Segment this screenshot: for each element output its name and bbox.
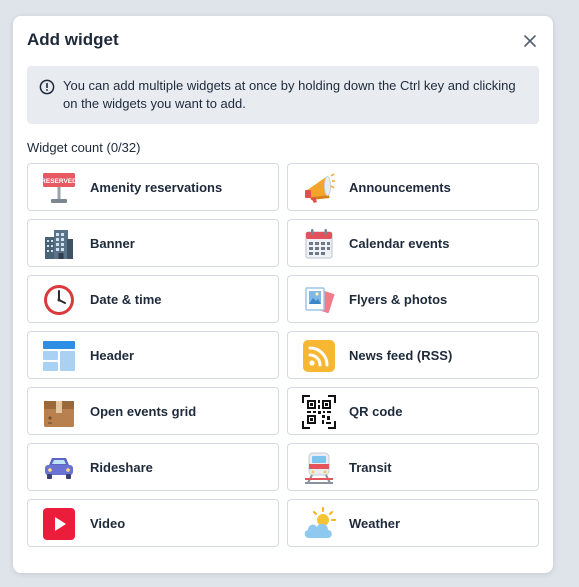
reserved-sign-icon: RESERVED <box>41 171 77 205</box>
calendar-icon <box>302 227 336 261</box>
widget-qr-code[interactable]: QR code <box>287 387 539 435</box>
dialog-title: Add widget <box>27 30 119 49</box>
widget-weather[interactable]: Weather <box>287 499 539 547</box>
box-icon <box>42 395 76 429</box>
widget-label: Date & time <box>90 292 162 307</box>
clock-icon <box>42 283 76 317</box>
widget-open-events-grid[interactable]: Open events grid <box>27 387 279 435</box>
widget-transit[interactable]: Transit <box>287 443 539 491</box>
widget-date-time[interactable]: Date & time <box>27 275 279 323</box>
weather-icon <box>302 507 336 541</box>
widget-rideshare[interactable]: Rideshare <box>27 443 279 491</box>
train-icon <box>302 451 336 485</box>
play-icon <box>42 507 76 541</box>
widget-label: Rideshare <box>90 460 153 475</box>
qr-code-icon <box>302 395 336 429</box>
widget-label: News feed (RSS) <box>349 348 453 363</box>
widget-flyers-photos[interactable]: Flyers & photos <box>287 275 539 323</box>
widget-label: Transit <box>349 460 392 475</box>
svg-text:RESERVED: RESERVED <box>42 178 76 185</box>
widget-calendar-events[interactable]: Calendar events <box>287 219 539 267</box>
widget-label: Flyers & photos <box>349 292 448 307</box>
widget-banner[interactable]: Banner <box>27 219 279 267</box>
megaphone-icon <box>302 171 336 205</box>
add-widget-dialog: Add widget You can add multiple widgets … <box>13 16 553 573</box>
widget-announcements[interactable]: Announcements <box>287 163 539 211</box>
widget-label: QR code <box>349 404 403 419</box>
header-layout-icon <box>42 339 76 373</box>
widget-grid: RESERVED Amenity reservations Announceme… <box>27 163 539 547</box>
car-icon <box>42 451 76 485</box>
widget-label: Video <box>90 516 126 531</box>
info-banner: You can add multiple widgets at once by … <box>27 66 539 124</box>
close-icon[interactable] <box>521 32 539 50</box>
info-text: You can add multiple widgets at once by … <box>63 78 516 111</box>
building-icon <box>42 227 76 261</box>
widget-label: Calendar events <box>349 236 450 251</box>
info-icon <box>39 79 55 100</box>
widget-label: Banner <box>90 236 135 251</box>
widget-label: Weather <box>349 516 401 531</box>
widget-news-feed[interactable]: News feed (RSS) <box>287 331 539 379</box>
widget-header[interactable]: Header <box>27 331 279 379</box>
widget-video[interactable]: Video <box>27 499 279 547</box>
widget-count: Widget count (0/32) <box>27 140 141 155</box>
widget-label: Open events grid <box>90 404 197 419</box>
widget-amenity-reservations[interactable]: RESERVED Amenity reservations <box>27 163 279 211</box>
widget-label: Header <box>90 348 135 363</box>
widget-label: Amenity reservations <box>90 180 223 195</box>
photos-icon <box>302 283 336 317</box>
widget-label: Announcements <box>349 180 451 195</box>
rss-icon <box>302 339 336 373</box>
